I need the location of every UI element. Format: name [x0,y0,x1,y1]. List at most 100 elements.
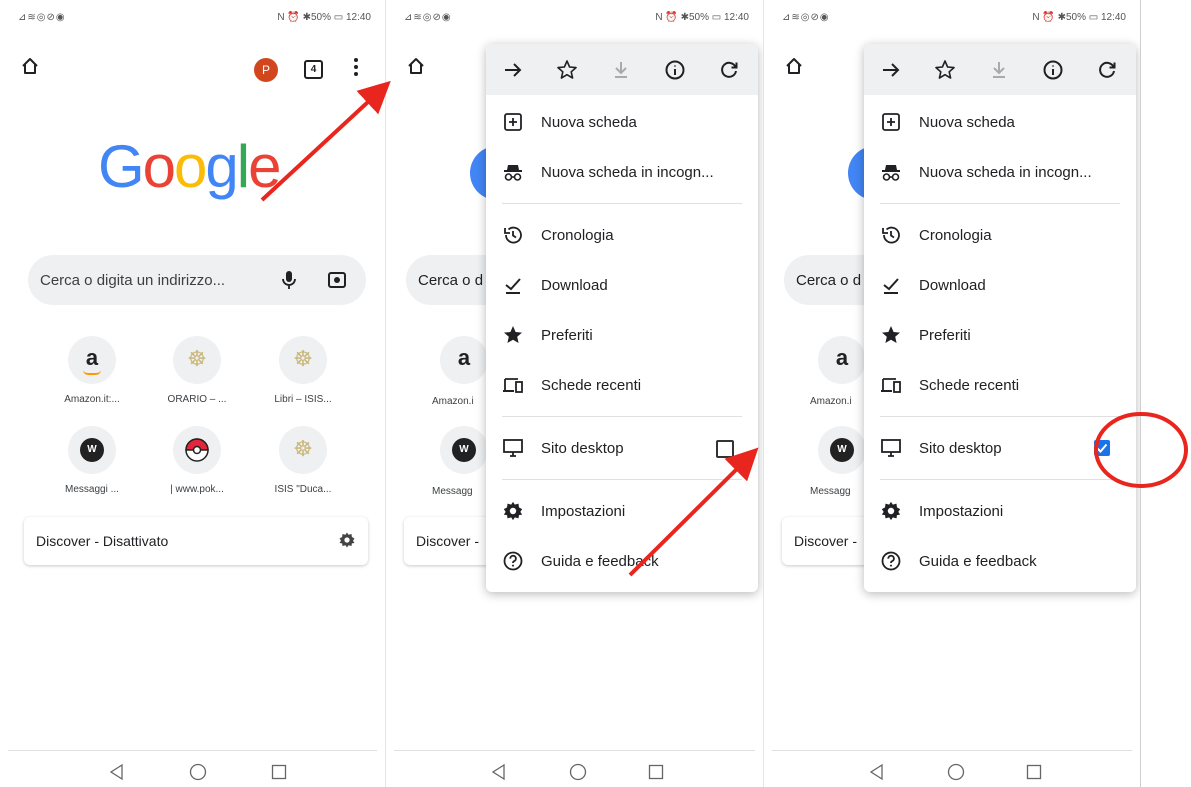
info-icon[interactable] [1042,59,1064,81]
menu-item-label: Cronologia [541,227,614,244]
logo-letter: l [236,133,250,200]
forward-icon[interactable] [502,59,524,81]
download-icon[interactable] [610,59,632,81]
home-icon[interactable] [784,56,804,76]
gear-icon[interactable] [338,531,356,549]
amazon-glyph: a [457,345,471,370]
w-icon[interactable]: W [440,426,488,474]
new-tab-icon [882,113,900,131]
discover-card[interactable]: Discover - Disattivato [24,517,368,565]
download-icon[interactable] [988,59,1010,81]
amazon-icon[interactable]: a [818,336,866,384]
menu-item-history[interactable]: Cronologia [486,210,758,260]
shortcut-tile[interactable]: | www.pok... [142,426,252,495]
tab-switcher-button[interactable]: 4 [304,60,323,79]
menu-item-label: Impostazioni [541,503,626,520]
menu-item-bookmarks[interactable]: Preferiti [486,310,758,360]
menu-divider [880,479,1120,480]
menu-item-help[interactable]: Guida e feedback [486,536,758,586]
menu-item-label: Impostazioni [919,503,1004,520]
shortcut-label-fragment: Amazon.i [810,396,852,407]
forward-icon[interactable] [880,59,902,81]
menu-item-new-tab[interactable]: Nuova scheda [486,97,758,147]
download-done-icon [505,278,521,294]
menu-item-bookmarks[interactable]: Preferiti [864,310,1136,360]
amazon-smile [83,370,101,375]
menu-item-incognito[interactable]: Nuova scheda in incogn... [486,147,758,197]
recents-icon[interactable] [1025,763,1043,781]
shortcut-tile[interactable]: ☸ ISIS "Duca... [248,426,358,495]
system-nav-bar [772,750,1132,787]
more-options-icon[interactable] [346,56,366,78]
menu-item-history[interactable]: Cronologia [864,210,1136,260]
shortcut-tile[interactable]: ☸ ORARIO – ... [142,336,252,405]
home-icon[interactable] [20,56,40,76]
wheel-emblem-icon: ☸ [173,336,221,384]
desktop-icon [881,439,901,457]
recents-icon[interactable] [647,763,665,781]
shortcut-tile[interactable]: W Messaggi ... [37,426,147,495]
star-icon[interactable] [934,59,956,81]
menu-item-desktop-site[interactable]: Sito desktop [864,423,1136,473]
search-text-fragment: Cerca o d [418,272,484,289]
menu-item-new-tab[interactable]: Nuova scheda [864,97,1136,147]
amazon-icon[interactable]: a [440,336,488,384]
home-icon[interactable] [406,56,426,76]
search-input[interactable] [40,255,250,305]
menu-item-settings[interactable]: Impostazioni [486,486,758,536]
back-icon[interactable] [490,763,508,781]
menu-item-label: Preferiti [541,327,593,344]
devices-icon [881,378,901,393]
wheel-emblem-icon: ☸ [279,336,327,384]
status-icons-right: N ⏰ ✱50% ▭ 12:40 [1032,12,1126,23]
menu-item-download[interactable]: Download [864,260,1136,310]
desktop-site-checkbox[interactable] [1094,440,1110,456]
menu-item-download[interactable]: Download [486,260,758,310]
back-icon[interactable] [868,763,886,781]
chrome-overflow-menu: Nuova scheda Nuova scheda in incogn... C… [486,44,758,592]
shortcut-label: ORARIO – ... [167,394,227,405]
shortcut-tile[interactable]: ☸ Libri – ISIS... [248,336,358,405]
recents-icon[interactable] [270,763,288,781]
desktop-site-checkbox[interactable] [716,440,734,458]
menu-divider [502,416,742,417]
discover-card-fragment[interactable]: Discover - [404,517,494,565]
menu-item-recent-tabs[interactable]: Schede recenti [864,360,1136,410]
camera-lens-icon[interactable] [326,269,348,291]
menu-item-help[interactable]: Guida e feedback [864,536,1136,586]
menu-item-label: Cronologia [919,227,992,244]
screen-desktop-site-enabled: ⊿≋◎⊘◉ N ⏰ ✱50% ▭ 12:40 Cerca o d a Amazo… [764,0,1140,787]
system-nav-bar [394,750,755,787]
home-circle-icon[interactable] [947,763,965,781]
bookmark-star-icon [504,326,522,343]
w-icon[interactable]: W [818,426,866,474]
home-circle-icon[interactable] [569,763,587,781]
menu-item-label: Nuova scheda [919,114,1015,131]
star-icon[interactable] [556,59,578,81]
menu-toolbar [486,44,758,95]
profile-avatar[interactable]: P [254,58,278,82]
search-box-fragment[interactable]: Cerca o d [406,255,496,305]
reload-icon[interactable] [1096,59,1118,81]
menu-divider [880,416,1120,417]
back-icon[interactable] [108,763,126,781]
menu-item-label: Schede recenti [919,377,1020,394]
menu-item-settings[interactable]: Impostazioni [864,486,1136,536]
shortcut-tile[interactable]: a Amazon.it:... [37,336,147,405]
devices-icon [503,378,523,393]
pokeball-graphic [185,438,209,462]
menu-item-desktop-site[interactable]: Sito desktop [486,423,758,473]
reload-icon[interactable] [718,59,740,81]
search-box-fragment[interactable]: Cerca o d [784,255,874,305]
discover-text-fragment: Discover - [416,533,480,549]
discover-card-fragment[interactable]: Discover - [782,517,872,565]
discover-text-fragment: Discover - [794,533,858,549]
info-icon[interactable] [664,59,686,81]
microphone-icon[interactable] [278,269,300,291]
home-circle-icon[interactable] [189,763,207,781]
menu-item-recent-tabs[interactable]: Schede recenti [486,360,758,410]
search-text-fragment: Cerca o d [796,272,862,289]
menu-item-incognito[interactable]: Nuova scheda in incogn... [864,147,1136,197]
search-box[interactable] [28,255,366,305]
menu-toolbar [864,44,1136,95]
